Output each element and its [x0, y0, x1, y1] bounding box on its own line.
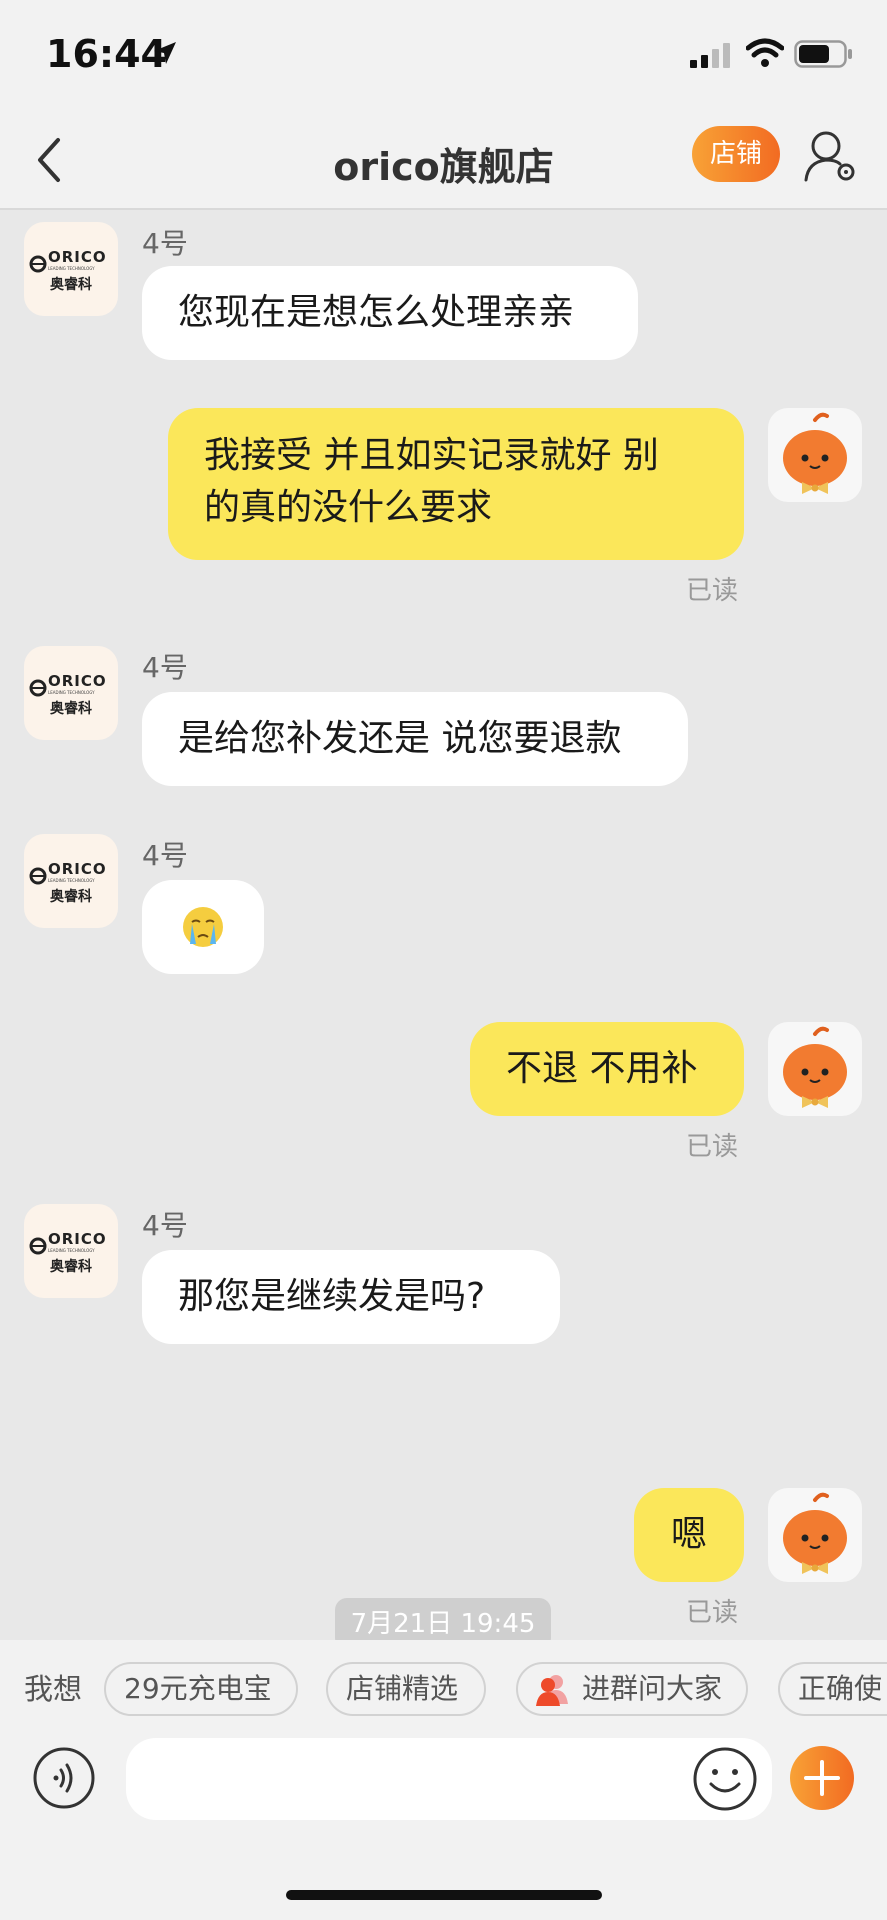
nav-bar: orico旗舰店 店铺 [0, 112, 887, 210]
brand-tagline: LEADING TECHNOLOGY [48, 266, 95, 271]
read-status: 已读 [686, 1598, 739, 1628]
location-arrow-icon [154, 42, 176, 64]
bottom-bar: 我想 29元充电宝 店铺精选 进群问大家 正确使 [0, 1640, 887, 1920]
shop-avatar[interactable]: ORICO LEADING TECHNOLOGY 奥睿科 [24, 1204, 118, 1298]
read-status: 已读 [686, 1132, 739, 1162]
shop-avatar[interactable]: ORICO LEADING TECHNOLOGY 奥睿科 [24, 834, 118, 928]
quick-reply-chip[interactable]: 进群问大家 [516, 1662, 748, 1716]
voice-input-icon[interactable] [32, 1746, 96, 1810]
message-bubble[interactable]: 是给您补发还是 说您要退款 [142, 692, 688, 786]
message-line: 的真的没什么要求 [204, 487, 493, 528]
battery-icon [794, 40, 852, 68]
brand-cn-name: 奥睿科 [50, 889, 92, 905]
sender-name: 4号 [142, 839, 188, 872]
quick-reply-chip[interactable]: 正确使 [778, 1662, 887, 1716]
message-bubble[interactable] [142, 880, 264, 974]
brand-tagline: LEADING TECHNOLOGY [48, 878, 95, 883]
brand-name: ORICO [48, 248, 107, 266]
brand-cn-name: 奥睿科 [50, 1259, 92, 1275]
home-indicator [286, 1890, 602, 1900]
shop-button[interactable]: 店铺 [692, 126, 780, 182]
my-avatar[interactable] [768, 408, 862, 502]
brand-cn-name: 奥睿科 [50, 701, 92, 717]
status-bar: 16:44 [0, 0, 887, 112]
message-bubble[interactable]: 那您是继续发是吗? [142, 1250, 560, 1344]
user-settings-icon[interactable] [802, 126, 860, 186]
plus-icon[interactable] [790, 1746, 854, 1810]
my-avatar[interactable] [768, 1022, 862, 1116]
quick-reply-chip-label: 进群问大家 [582, 1672, 723, 1705]
pumpkin-mascot-icon [783, 1026, 847, 1108]
sender-name: 4号 [142, 227, 188, 260]
my-avatar[interactable] [768, 1488, 862, 1582]
read-status: 已读 [686, 576, 739, 606]
group-chat-icon [536, 1675, 568, 1706]
message-bubble[interactable]: 嗯 [634, 1488, 744, 1582]
quick-reply-chip[interactable]: 29元充电宝 [104, 1662, 298, 1716]
brand-cn-name: 奥睿科 [50, 277, 92, 293]
emoji-icon[interactable] [692, 1746, 758, 1812]
message-line: 我接受 并且如实记录就好 别 [204, 435, 659, 476]
sender-name: 4号 [142, 651, 188, 684]
status-time: 16:44 [46, 32, 167, 76]
pumpkin-mascot-icon [783, 1492, 847, 1574]
shop-avatar[interactable]: ORICO LEADING TECHNOLOGY 奥睿科 [24, 222, 118, 316]
pumpkin-mascot-icon [783, 412, 847, 494]
brand-tagline: LEADING TECHNOLOGY [48, 690, 95, 695]
cellular-signal-icon [690, 43, 730, 68]
wifi-icon [746, 38, 784, 67]
quick-reply-label: 我想 [24, 1672, 83, 1706]
brand-name: ORICO [48, 860, 107, 878]
message-bubble[interactable]: 您现在是想怎么处理亲亲 [142, 266, 638, 360]
message-input[interactable] [126, 1738, 772, 1820]
quick-reply-chip[interactable]: 店铺精选 [326, 1662, 486, 1716]
message-bubble[interactable]: 不退 不用补 [470, 1022, 744, 1116]
brand-tagline: LEADING TECHNOLOGY [48, 1248, 95, 1253]
message-bubble[interactable]: 我接受 并且如实记录就好 别 的真的没什么要求 [168, 408, 744, 560]
shop-avatar[interactable]: ORICO LEADING TECHNOLOGY 奥睿科 [24, 646, 118, 740]
crying-face-icon [183, 907, 223, 947]
brand-name: ORICO [48, 672, 107, 690]
brand-name: ORICO [48, 1230, 107, 1248]
chat-area[interactable]: ORICO LEADING TECHNOLOGY 奥睿科 4号 您现在是想怎么处… [0, 210, 887, 1650]
sender-name: 4号 [142, 1209, 188, 1242]
